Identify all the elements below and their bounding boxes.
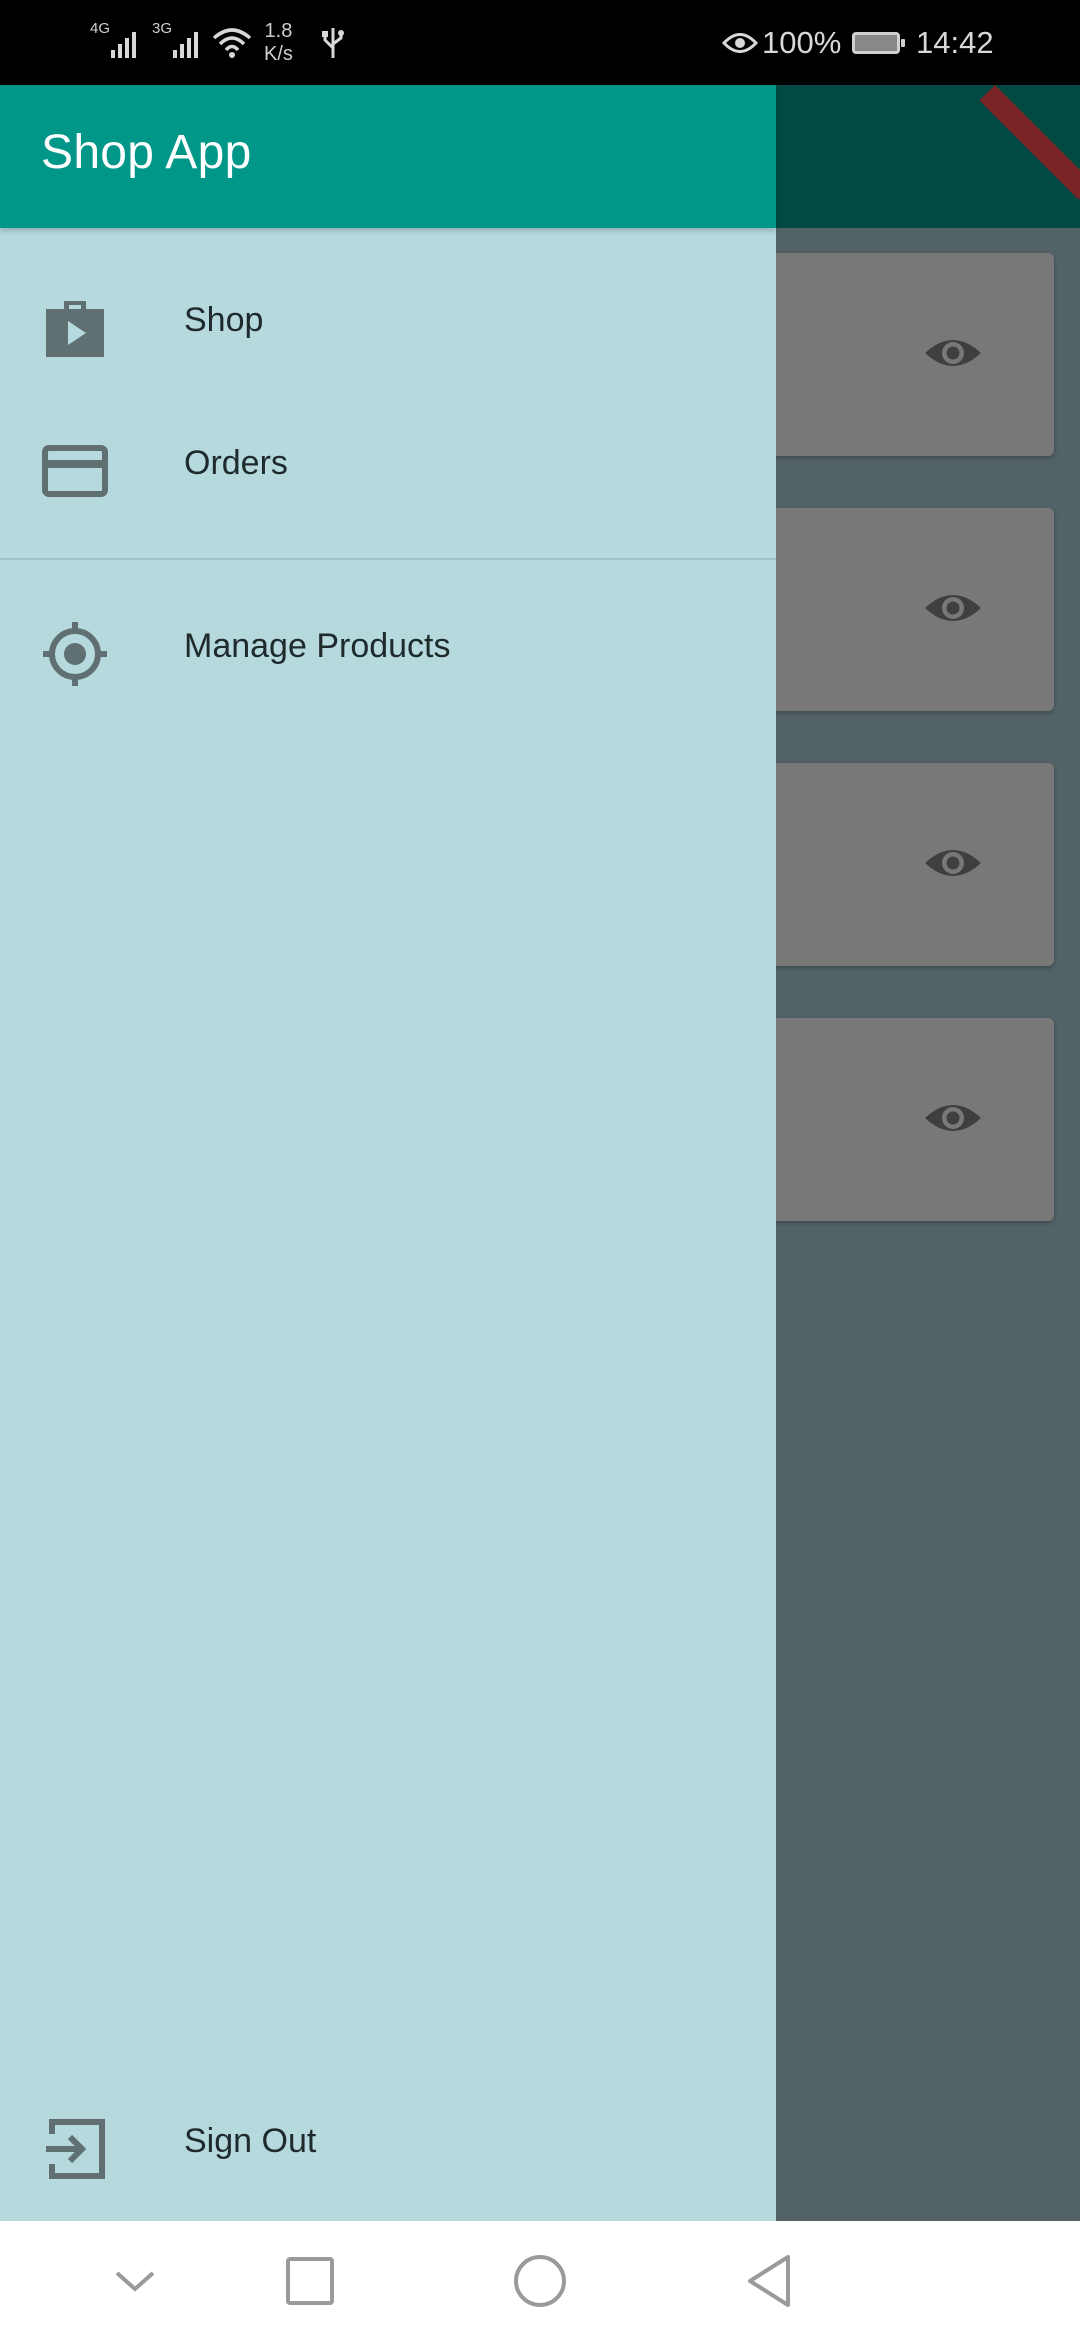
eye-icon	[925, 1105, 981, 1131]
exit-icon	[46, 2119, 105, 2179]
home-icon[interactable]	[510, 2251, 570, 2311]
clock: 14:42	[916, 24, 994, 60]
product-card	[760, 253, 1054, 456]
drawer-item-label: Shop	[184, 301, 264, 339]
usb-icon	[322, 0, 344, 85]
gps-fixed-icon	[43, 622, 107, 686]
eye-icon	[925, 595, 981, 621]
navigation-drawer: Shop App Shop Orders Manage Products Sig…	[0, 85, 776, 2221]
network-type-label: 3G	[152, 20, 173, 37]
drawer-item-label: Manage Products	[184, 627, 451, 665]
recents-icon[interactable]	[280, 2251, 340, 2311]
drawer-title: Shop App	[41, 126, 252, 179]
drawer-item-sign-out[interactable]: Sign Out	[0, 2084, 776, 2204]
signal-3g-icon: 3G	[152, 0, 210, 85]
drawer-item-label: Sign Out	[184, 2122, 317, 2160]
signal-4g-icon: 4G	[90, 0, 148, 85]
eye-icon	[925, 340, 981, 366]
drawer-item-manage-products[interactable]: Manage Products	[0, 589, 776, 709]
network-type-label: 4G	[90, 20, 111, 37]
network-speed: 1.8 K/s	[264, 0, 293, 85]
status-bar: 4G 3G 1.8 K/s 100% 14:42	[0, 0, 1080, 85]
shop-icon	[46, 301, 104, 357]
drawer-item-label: Orders	[184, 444, 288, 482]
wifi-icon	[212, 0, 252, 85]
drawer-item-orders[interactable]: Orders	[0, 406, 776, 526]
battery-charging-icon	[852, 0, 905, 85]
drawer-divider	[0, 558, 776, 560]
product-card	[760, 763, 1054, 966]
back-icon[interactable]	[740, 2251, 800, 2311]
product-card	[760, 508, 1054, 711]
drawer-header: Shop App	[0, 85, 776, 228]
system-navigation-bar	[0, 2221, 1080, 2340]
speed-value: 1.8	[264, 19, 293, 42]
payment-card-icon	[42, 445, 108, 497]
eye-comfort-icon	[722, 0, 758, 85]
battery-percent: 100%	[762, 24, 842, 60]
speed-unit: K/s	[264, 42, 293, 65]
product-card	[760, 1018, 1054, 1221]
eye-icon	[925, 850, 981, 876]
hide-keyboard-icon[interactable]	[105, 2251, 165, 2311]
drawer-item-shop[interactable]: Shop	[0, 263, 776, 383]
